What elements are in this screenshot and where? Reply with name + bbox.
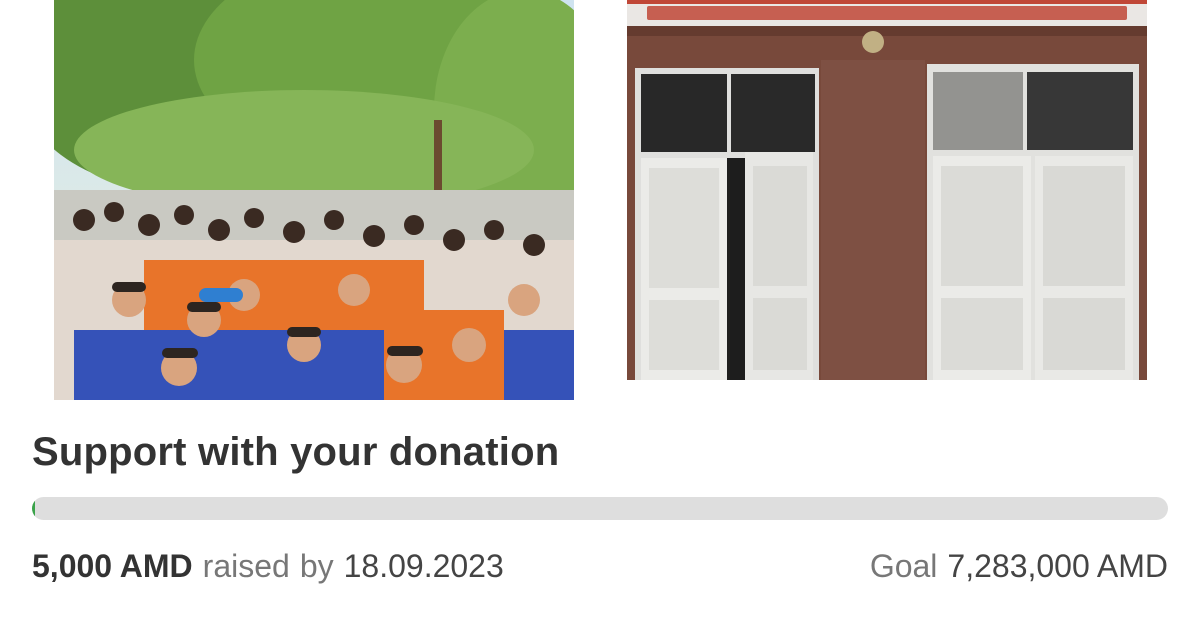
goal-summary: Goal 7,283,000 AMD (870, 548, 1168, 585)
building-photo-image (627, 0, 1147, 380)
campaign-title: Support with your donation (32, 430, 560, 474)
raised-summary: 5,000 AMD raised by 18.09.2023 (32, 548, 504, 585)
campaign-photo-building (627, 0, 1147, 380)
donation-progress-bar (32, 497, 1168, 520)
children-photo-image (54, 0, 574, 400)
raised-amount: 5,000 AMD (32, 548, 193, 584)
goal-amount: 7,283,000 AMD (947, 548, 1168, 584)
donation-stats: 5,000 AMD raised by 18.09.2023 Goal 7,283,00… (32, 548, 1168, 585)
goal-label: Goal (869, 548, 938, 584)
donation-progress-fill (32, 497, 35, 520)
by-label: by (299, 548, 334, 584)
raised-label: raised (202, 548, 290, 584)
campaign-photo-children (54, 0, 574, 400)
raised-date: 18.09.2023 (343, 548, 504, 584)
